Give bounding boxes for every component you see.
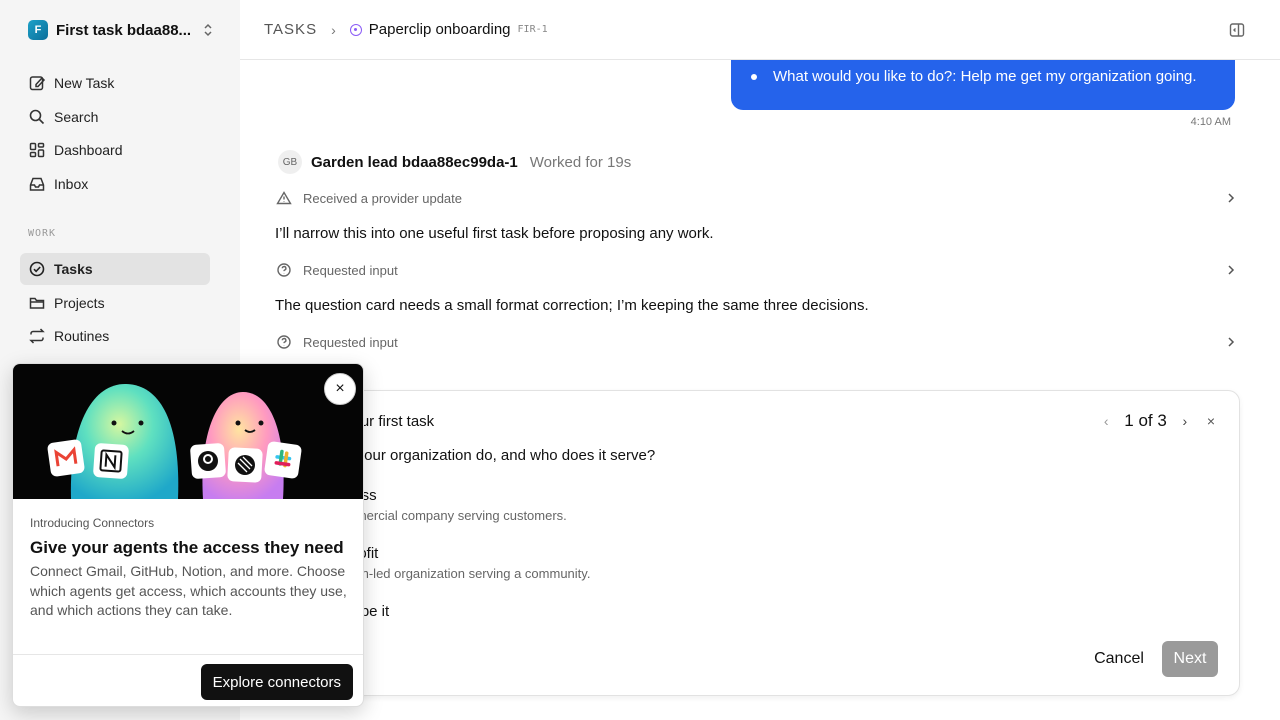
sidebar-item-dashboard[interactable]: Dashboard <box>20 134 210 166</box>
option-label: profit <box>345 545 590 562</box>
chevron-right-icon <box>1226 336 1236 348</box>
sidebar-item-label: Routines <box>54 328 110 344</box>
event-text: Requested input <box>303 334 398 350</box>
workspace-logo-icon: F <box>28 20 48 40</box>
folder-icon <box>28 294 46 312</box>
question-card: your first task ‹ 1 of 3 › × s your orga… <box>288 390 1240 696</box>
event-row-requested-input[interactable]: Requested input <box>276 330 1236 354</box>
sidebar-item-label: Inbox <box>54 176 89 192</box>
avatar: GB <box>278 150 302 174</box>
question-pager: ‹ 1 of 3 › × <box>1098 411 1215 431</box>
agent-message: I’ll narrow this into one useful first t… <box>275 225 714 242</box>
user-message-text: What would you like to do?: Help me get … <box>773 68 1197 85</box>
edit-icon <box>28 74 46 92</box>
repeat-icon <box>28 327 46 345</box>
task-id: FIR-1 <box>517 24 548 35</box>
github-icon <box>190 443 226 479</box>
check-circle-icon <box>28 260 46 278</box>
sidebar-item-label: Dashboard <box>54 142 123 158</box>
next-question-button[interactable]: › <box>1177 413 1193 429</box>
event-text: Received a provider update <box>303 190 462 206</box>
section-label-work: WORK <box>28 228 57 239</box>
toggle-panel-icon[interactable] <box>1228 21 1246 39</box>
inbox-icon <box>28 175 46 193</box>
user-message-bubble: What would you like to do?: Help me get … <box>731 60 1235 110</box>
prev-question-button[interactable]: ‹ <box>1098 413 1114 429</box>
bullet-dot <box>751 74 757 80</box>
cancel-button[interactable]: Cancel <box>1083 641 1155 677</box>
notion-icon <box>93 443 129 479</box>
sidebar-item-label: New Task <box>54 75 115 91</box>
promo-title: Give your agents the access they need <box>30 538 344 557</box>
message-timestamp: 4:10 AM <box>1190 116 1231 128</box>
option-description: sion-led organization serving a communit… <box>345 566 591 581</box>
workspace-switcher[interactable]: F First task bdaa88... <box>28 20 214 40</box>
connectors-promo-popup: × Introducing Connectors Give your agent… <box>12 363 364 707</box>
question-page-count: 1 of 3 <box>1124 411 1167 430</box>
sidebar-item-label: Search <box>54 109 99 125</box>
search-icon <box>28 108 46 126</box>
event-row-requested-input[interactable]: Requested input <box>276 258 1236 282</box>
close-question-button[interactable]: × <box>1207 413 1215 429</box>
sidebar-item-search[interactable]: Search <box>20 101 210 133</box>
explore-connectors-button[interactable]: Explore connectors <box>200 664 353 700</box>
linear-icon <box>227 447 263 483</box>
alert-triangle-icon <box>276 190 292 206</box>
agent-worked-time: Worked for 19s <box>529 153 632 171</box>
chevron-right-icon <box>1226 192 1236 204</box>
promo-footer: Explore connectors <box>13 654 363 706</box>
chevron-up-down-icon <box>202 23 214 37</box>
promo-eyebrow: Introducing Connectors <box>30 516 155 530</box>
next-button[interactable]: Next <box>1162 641 1218 677</box>
agent-run-header: GB Garden lead bdaa88ec99da-1 Worked for… <box>278 150 631 174</box>
option-nonprofit[interactable]: profit sion-led organization serving a c… <box>345 545 590 581</box>
sidebar-item-label: Tasks <box>54 261 93 277</box>
slack-icon <box>264 441 302 479</box>
page-title: Paperclip onboarding <box>368 21 511 38</box>
agent-message: The question card needs a small format c… <box>275 297 869 314</box>
promo-illustration <box>13 364 363 499</box>
agent-name[interactable]: Garden lead bdaa88ec99da-1 <box>311 154 518 171</box>
chevron-right-icon <box>1226 264 1236 276</box>
option-business[interactable]: ness mmercial company serving customers. <box>345 487 567 523</box>
help-circle-icon <box>276 334 292 350</box>
event-text: Requested input <box>303 262 398 278</box>
status-icon[interactable] <box>349 23 362 36</box>
sidebar-item-projects[interactable]: Projects <box>20 287 210 319</box>
sidebar-item-tasks[interactable]: Tasks <box>20 253 210 285</box>
option-description: mmercial company serving customers. <box>345 508 567 523</box>
question-text: s your organization do, and who does it … <box>345 447 656 464</box>
workspace-name: First task bdaa88... <box>56 21 192 39</box>
option-label: ness <box>345 487 567 504</box>
promo-body: Connect Gmail, GitHub, Notion, and more.… <box>30 563 347 618</box>
top-bar: TASKS › Paperclip onboarding FIR-1 <box>240 0 1280 60</box>
sidebar-item-new-task[interactable]: New Task <box>20 67 210 99</box>
event-row-provider-update[interactable]: Received a provider update <box>276 186 1236 210</box>
sidebar-item-routines[interactable]: Routines <box>20 320 210 352</box>
sidebar-item-inbox[interactable]: Inbox <box>20 168 210 200</box>
gmail-icon <box>47 439 85 477</box>
help-circle-icon <box>276 262 292 278</box>
breadcrumb-tasks[interactable]: TASKS <box>264 21 317 38</box>
breadcrumb-separator: › <box>331 21 336 38</box>
sidebar-item-label: Projects <box>54 295 105 311</box>
close-promo-button[interactable]: × <box>324 373 356 405</box>
dashboard-icon <box>28 141 46 159</box>
